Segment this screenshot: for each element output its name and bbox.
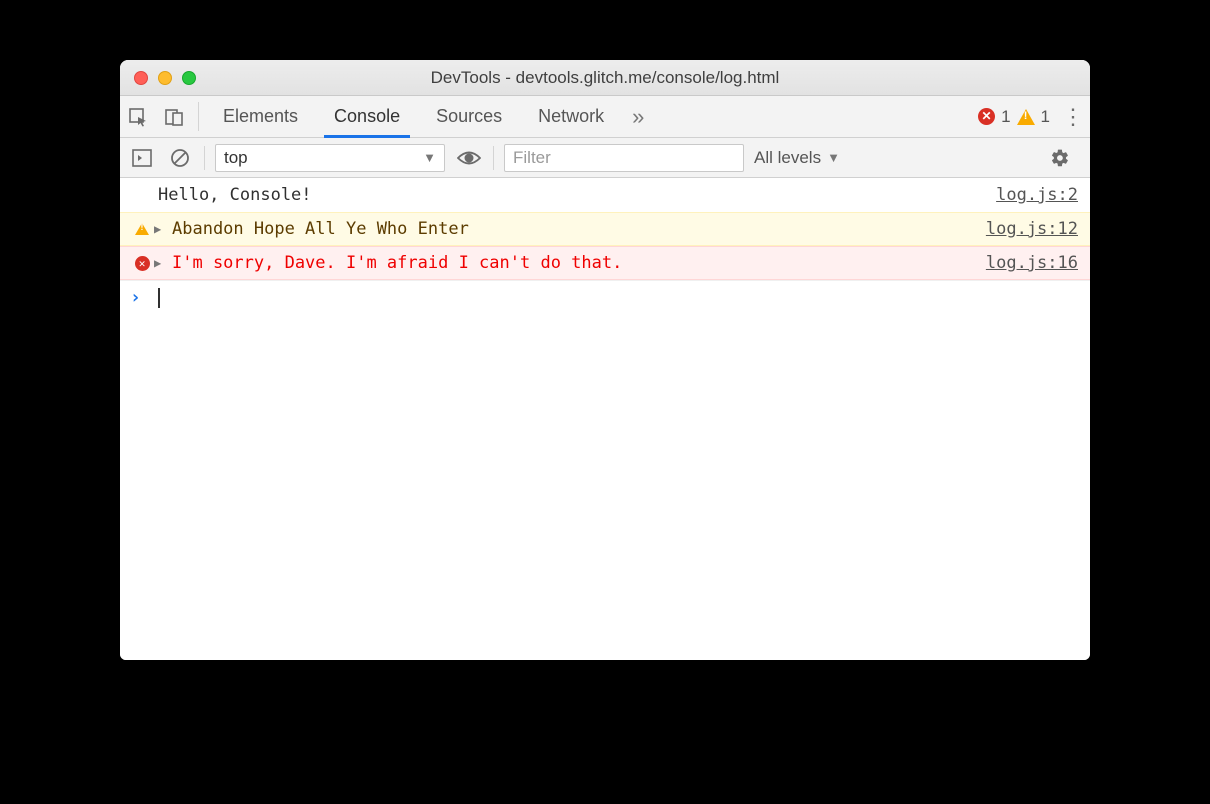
maximize-window-button[interactable] [182,71,196,85]
titlebar: DevTools - devtools.glitch.me/console/lo… [120,60,1090,96]
minimize-window-button[interactable] [158,71,172,85]
warning-badge-icon [1017,109,1035,125]
tab-console[interactable]: Console [316,96,418,137]
error-icon: ✕ [130,256,154,271]
toolbar-divider [493,146,494,170]
message-text: I'm sorry, Dave. I'm afraid I can't do t… [168,253,986,273]
tabbar: Elements Console Sources Network » ✕ 1 1… [120,96,1090,138]
spacer [654,96,978,137]
warning-icon [130,223,154,235]
context-value: top [224,148,248,168]
message-source-link[interactable]: log.js:2 [996,185,1078,205]
tab-network[interactable]: Network [520,96,622,137]
message-text: Abandon Hope All Ye Who Enter [168,219,986,239]
console-toolbar: top ▼ All levels ▼ [120,138,1090,178]
toolbar-divider [204,146,205,170]
live-expression-icon[interactable] [455,144,483,172]
message-source-link[interactable]: log.js:16 [986,253,1078,273]
toggle-drawer-icon[interactable] [128,144,156,172]
kebab-icon: ⋮ [1062,104,1084,130]
issue-badges[interactable]: ✕ 1 1 [978,96,1056,137]
device-toolbar-icon[interactable] [156,96,192,137]
window-title: DevTools - devtools.glitch.me/console/lo… [120,68,1090,88]
tab-elements[interactable]: Elements [205,96,316,137]
error-badge-icon: ✕ [978,108,995,125]
tabbar-divider [198,102,199,131]
filter-input[interactable] [504,144,744,172]
message-text: Hello, Console! [130,185,996,205]
console-prompt[interactable]: › [120,280,1090,314]
expand-toggle-icon[interactable]: ▶ [154,256,168,270]
more-tabs-button[interactable]: » [622,96,654,137]
traffic-lights [120,71,196,85]
tab-sources[interactable]: Sources [418,96,520,137]
console-message-log[interactable]: Hello, Console! log.js:2 [120,178,1090,212]
prompt-caret-icon: › [130,287,152,308]
text-cursor [158,288,160,308]
levels-label: All levels [754,148,821,168]
tab-label: Elements [223,106,298,127]
execution-context-select[interactable]: top ▼ [215,144,445,172]
tab-label: Console [334,106,400,127]
chevron-double-right-icon: » [632,104,644,130]
tab-label: Network [538,106,604,127]
console-message-error[interactable]: ✕ ▶ I'm sorry, Dave. I'm afraid I can't … [120,246,1090,280]
close-window-button[interactable] [134,71,148,85]
expand-toggle-icon[interactable]: ▶ [154,222,168,236]
clear-console-icon[interactable] [166,144,194,172]
warning-count: 1 [1041,107,1050,127]
message-source-link[interactable]: log.js:12 [986,219,1078,239]
console-output: Hello, Console! log.js:2 ▶ Abandon Hope … [120,178,1090,660]
console-settings-icon[interactable] [1050,148,1082,168]
console-message-warning[interactable]: ▶ Abandon Hope All Ye Who Enter log.js:1… [120,212,1090,246]
devtools-window: DevTools - devtools.glitch.me/console/lo… [120,60,1090,660]
inspect-element-icon[interactable] [120,96,156,137]
settings-menu-button[interactable]: ⋮ [1056,96,1090,137]
error-count: 1 [1001,107,1010,127]
chevron-down-icon: ▼ [827,150,840,165]
chevron-down-icon: ▼ [423,150,436,165]
tab-label: Sources [436,106,502,127]
log-levels-select[interactable]: All levels ▼ [754,148,840,168]
